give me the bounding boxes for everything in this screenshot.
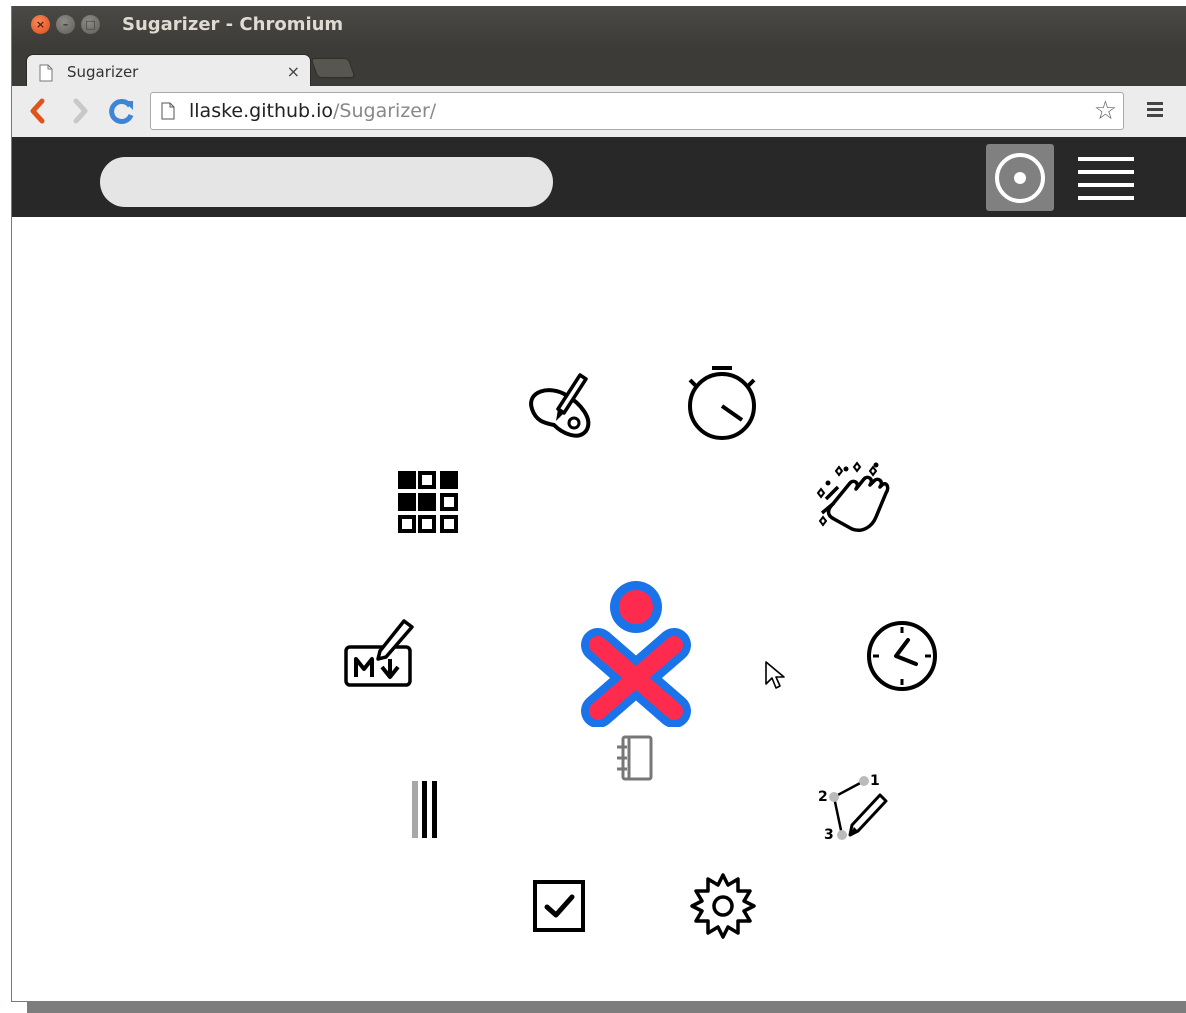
clock-icon xyxy=(867,621,937,691)
tab-title: Sugarizer xyxy=(67,63,139,81)
connect-the-dots-icon: 1 2 3 xyxy=(818,773,888,843)
minimize-window-button[interactable]: – xyxy=(56,15,75,34)
activity-settings[interactable] xyxy=(688,871,758,941)
window-title: Sugarizer - Chromium xyxy=(122,14,344,35)
tab-close-button[interactable]: × xyxy=(287,62,300,81)
activity-checklist[interactable] xyxy=(530,877,590,937)
url-text: llaske.github.io/Sugarizer/ xyxy=(189,100,436,122)
sugarizer-toolbar xyxy=(12,137,1186,217)
tab-sugarizer[interactable]: Sugarizer × xyxy=(26,54,311,89)
checkbox-icon xyxy=(533,880,585,932)
address-bar[interactable]: llaske.github.io/Sugarizer/ ☆ xyxy=(150,92,1124,130)
tab-strip: Sugarizer × xyxy=(12,48,1186,89)
activity-markdown[interactable] xyxy=(342,617,418,693)
clapping-hands-icon xyxy=(816,461,890,532)
journal-icon xyxy=(617,735,653,781)
list-view-button[interactable] xyxy=(1074,151,1134,203)
abacus-bars-icon xyxy=(412,781,437,838)
paint-palette-icon xyxy=(529,373,591,438)
back-arrow-icon[interactable] xyxy=(28,98,46,124)
activity-stopwatch[interactable] xyxy=(682,360,762,444)
title-bar: × – □ Sugarizer - Chromium xyxy=(12,6,1186,48)
window-shadow xyxy=(27,1001,1186,1013)
list-view-icon xyxy=(1078,157,1134,200)
activity-connect-dots[interactable]: 1 2 3 xyxy=(814,765,894,847)
browser-toolbar: llaske.github.io/Sugarizer/ ☆ xyxy=(12,86,1186,138)
activity-clap[interactable] xyxy=(812,461,892,537)
activity-paint[interactable] xyxy=(522,367,598,443)
browser-window: × – □ Sugarizer - Chromium Sugarizer × l… xyxy=(11,6,1186,1002)
dot-label-3: 3 xyxy=(824,827,834,843)
url-host: llaske.github.io xyxy=(189,100,334,122)
markdown-editor-icon xyxy=(344,619,414,687)
mouse-pointer-icon xyxy=(765,661,785,689)
activity-abacus[interactable] xyxy=(408,777,448,841)
grid-memorize-icon xyxy=(398,471,458,533)
settings-gear-icon xyxy=(690,873,756,939)
dot-label-2: 2 xyxy=(818,789,828,805)
hamburger-menu-icon[interactable] xyxy=(1147,102,1163,120)
radial-view-icon xyxy=(995,153,1045,203)
search-input[interactable] xyxy=(100,157,553,207)
stopwatch-icon xyxy=(688,366,756,440)
xo-owner-icon xyxy=(581,581,691,727)
home-radial-view: 1 2 3 xyxy=(12,217,1186,1001)
url-path: /Sugarizer/ xyxy=(333,100,437,122)
page-icon xyxy=(39,64,53,82)
maximize-window-button[interactable]: □ xyxy=(81,15,100,34)
close-window-button[interactable]: × xyxy=(31,15,50,34)
owner-xo-button[interactable] xyxy=(580,575,692,727)
activity-memorize[interactable] xyxy=(396,469,462,535)
forward-arrow-icon[interactable] xyxy=(72,98,90,124)
journal-button[interactable] xyxy=(613,733,655,783)
activity-clock[interactable] xyxy=(864,618,940,694)
dot-label-1: 1 xyxy=(870,773,880,789)
new-tab-button[interactable] xyxy=(310,58,356,78)
bookmark-star-icon[interactable]: ☆ xyxy=(1094,96,1117,126)
radial-view-button[interactable] xyxy=(986,144,1054,211)
reload-icon[interactable] xyxy=(108,97,136,125)
page-info-icon[interactable] xyxy=(161,102,175,120)
